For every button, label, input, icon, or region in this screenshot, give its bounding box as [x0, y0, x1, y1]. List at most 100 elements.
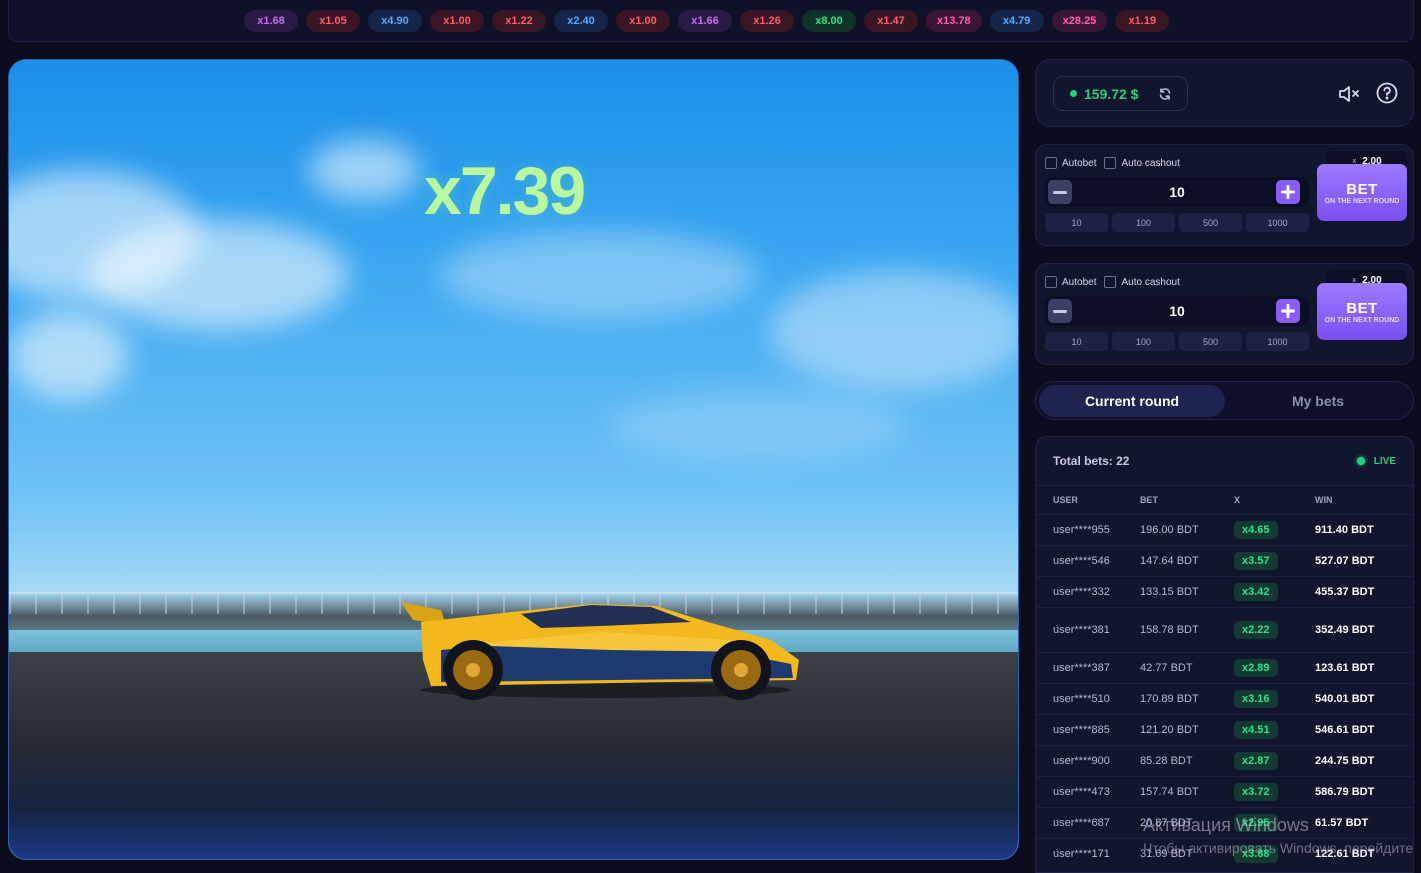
table-row: user****885 121.20 BDT x4.51 546.61 BDT [1036, 714, 1413, 745]
bet-button-sublabel: ON THE NEXT ROUND [1324, 316, 1400, 324]
row-multiplier: x3.16 [1234, 690, 1278, 708]
quick-amount-button[interactable]: 100 [1112, 332, 1175, 351]
quick-amount-button[interactable]: 500 [1179, 213, 1242, 232]
bet-button-label: BET [1346, 299, 1378, 317]
row-win: 244.75 BDT [1315, 754, 1375, 767]
history-multiplier-pill: x1.22 [492, 9, 546, 32]
row-user: user****885 [1053, 724, 1110, 736]
quick-amount-button[interactable]: 500 [1179, 332, 1242, 351]
row-multiplier: x2.22 [1234, 621, 1278, 639]
history-multiplier-pill: x13.78 [926, 9, 982, 32]
bet-options: Autobet Auto cashout [1045, 157, 1188, 169]
bets-panel: Total bets: 22 LIVE USER BET X WIN user*… [1035, 436, 1414, 873]
tab-my-bets[interactable]: My bets [1225, 385, 1411, 417]
bet-button-label: BET [1346, 180, 1378, 198]
live-label: LIVE [1373, 455, 1396, 467]
history-multiplier-pill: x1.05 [306, 9, 360, 32]
auto-cashout-label: Auto cashout [1121, 157, 1180, 169]
row-bet: 147.64 BDT [1140, 555, 1199, 567]
row-win: 586.79 BDT [1315, 785, 1375, 798]
bet-panel-1: Autobet Auto cashout x 2,00 10 10 100 500 1… [1035, 144, 1414, 246]
table-row: user****546 147.64 BDT x3.57 527.07 BDT [1036, 545, 1413, 576]
col-x: X [1234, 495, 1241, 505]
autobet-checkbox[interactable] [1045, 276, 1057, 288]
cloud [769, 270, 1018, 390]
online-indicator [1070, 90, 1077, 97]
table-row: user****900 85.28 BDT x2.87 244.75 BDT [1036, 745, 1413, 776]
bets-column-headers: USER BET X WIN [1036, 486, 1413, 514]
quick-amount-button[interactable]: 1000 [1246, 213, 1309, 232]
history-multiplier-pill: x1.19 [1115, 9, 1170, 32]
row-multiplier: x4.51 [1234, 721, 1278, 739]
row-win: 61.57 BDT [1315, 816, 1369, 829]
autobet-checkbox[interactable] [1045, 157, 1057, 169]
quick-amount-button[interactable]: 100 [1112, 213, 1175, 232]
autobet-label: Autobet [1062, 157, 1097, 169]
history-multiplier-pill: x4.90 [368, 9, 422, 32]
bet-amount-input[interactable]: 10 [1045, 303, 1309, 319]
row-user: user****900 [1053, 755, 1110, 767]
history-multiplier-pill: x1.68 [244, 9, 298, 32]
plus-icon [1281, 185, 1295, 199]
row-user: user****171 [1053, 848, 1110, 860]
history-multiplier-pill: x8.00 [802, 9, 856, 32]
cloud [9, 310, 129, 400]
table-row: user****381 158.78 BDT x2.22 352.49 BDT [1036, 607, 1413, 652]
increase-bet-button[interactable] [1276, 299, 1300, 323]
table-row: user****473 157.74 BDT x3.72 586.79 BDT [1036, 776, 1413, 807]
balance-value: 159.72 $ [1084, 85, 1139, 102]
col-win: WIN [1315, 495, 1333, 505]
tab-current-round[interactable]: Current round [1039, 385, 1225, 417]
balance-display: 159.72 $ [1053, 76, 1188, 111]
cloud [89, 220, 349, 330]
os-activation-hint: Чтобы активировать Windows, перейдите [1143, 840, 1414, 856]
quick-amount-button[interactable]: 10 [1045, 332, 1108, 351]
current-multiplier: x7.39 [424, 153, 586, 229]
car-sprite [401, 602, 799, 700]
table-row: user****955 196.00 BDT x4.65 911.40 BDT [1036, 514, 1413, 545]
col-user: USER [1053, 495, 1079, 505]
row-user: user****387 [1053, 662, 1110, 674]
increase-bet-button[interactable] [1276, 180, 1300, 204]
multiplier-history-bar: x1.68 x1.05 x4.90 x1.00 x1.22 x2.40 x1.00 x1.66… [8, 0, 1414, 42]
table-row: user****510 170.89 BDT x3.16 540.01 BDT [1036, 683, 1413, 714]
row-win: 540.01 BDT [1315, 692, 1375, 705]
plus-icon [1281, 304, 1295, 318]
row-user: user****381 [1053, 624, 1110, 636]
row-bet: 170.89 BDT [1140, 693, 1199, 705]
history-multiplier-pill: x1.00 [430, 9, 484, 32]
game-canvas: x7.39 [8, 59, 1019, 860]
auto-cashout-label: Auto cashout [1121, 276, 1180, 288]
os-activation-watermark: Активация Windows [1143, 815, 1309, 835]
bet-button[interactable]: BET ON THE NEXT ROUND [1317, 164, 1407, 221]
history-multiplier-pill: x2.40 [554, 9, 608, 32]
row-bet: 158.78 BDT [1140, 624, 1199, 636]
auto-cashout-checkbox[interactable] [1104, 157, 1117, 169]
row-win: 546.61 BDT [1315, 723, 1375, 736]
row-multiplier: x3.72 [1234, 783, 1278, 801]
row-multiplier: x2.89 [1234, 659, 1278, 677]
bet-button[interactable]: BET ON THE NEXT ROUND [1317, 283, 1407, 340]
history-multiplier-pill: x28.25 [1051, 9, 1108, 32]
bet-panel-2: Autobet Auto cashout x 2,00 10 10 100 500 1… [1035, 263, 1414, 365]
quick-amounts: 10 100 500 1000 [1045, 213, 1309, 232]
auto-cashout-checkbox[interactable] [1104, 276, 1117, 288]
help-icon[interactable] [1374, 80, 1400, 106]
refresh-icon[interactable] [1158, 87, 1172, 101]
history-multiplier-pill: x4.79 [989, 9, 1044, 32]
bet-amount-input[interactable]: 10 [1045, 184, 1309, 200]
row-win: 911.40 BDT [1315, 523, 1374, 536]
quick-amount-button[interactable]: 10 [1045, 213, 1108, 232]
live-dot-icon [1356, 457, 1365, 465]
row-multiplier: x3.42 [1234, 583, 1278, 601]
mute-icon[interactable] [1336, 81, 1362, 107]
row-bet: 157.74 BDT [1140, 786, 1199, 798]
row-user: user****546 [1053, 555, 1110, 567]
quick-amount-button[interactable]: 1000 [1246, 332, 1309, 351]
row-bet: 85.28 BDT [1140, 755, 1193, 767]
bet-button-sublabel: ON THE NEXT ROUND [1324, 197, 1400, 205]
cloud [439, 230, 759, 320]
total-bets: Total bets: 22 [1053, 454, 1130, 468]
row-win: 352.49 BDT [1315, 623, 1375, 636]
row-bet: 42.77 BDT [1140, 662, 1193, 674]
